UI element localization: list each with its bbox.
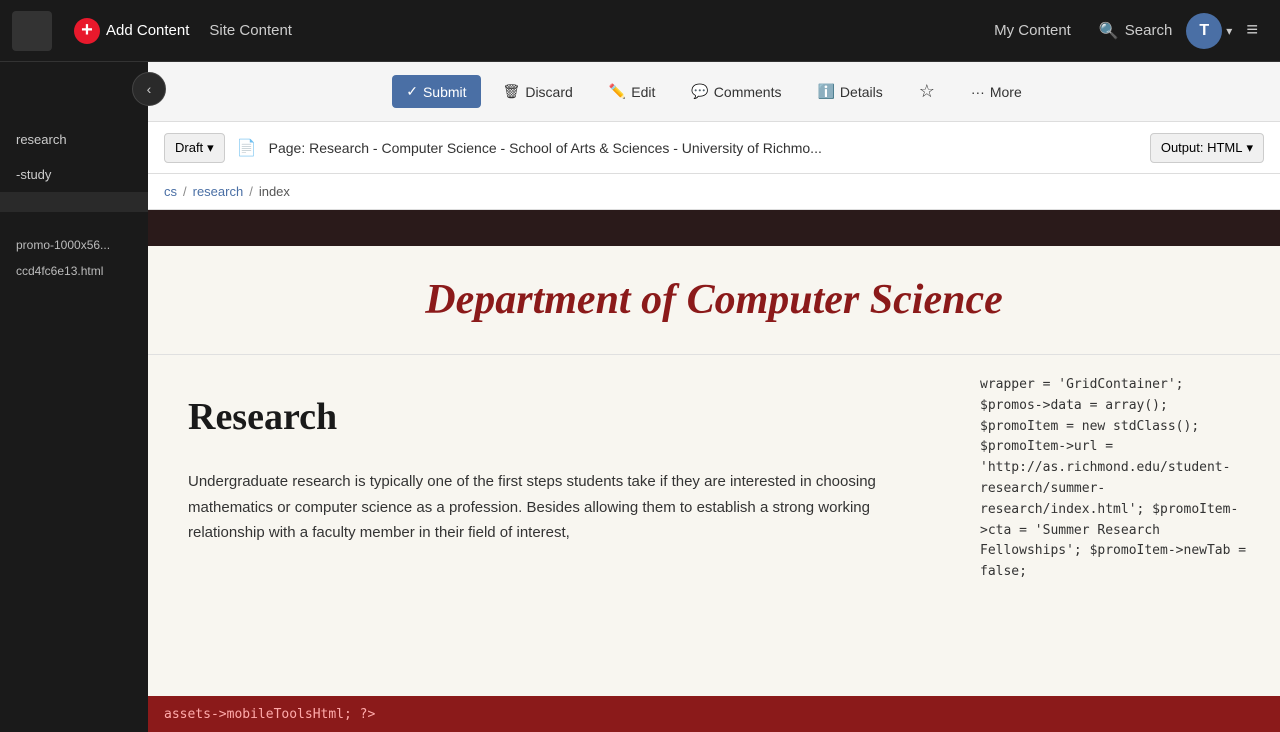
details-button[interactable]: ℹ️ Details <box>803 75 896 108</box>
preview-body: Department of Computer Science Research … <box>148 246 1280 732</box>
content-area: ✓ Submit 🗑 Discard ✏️ Edit 💬 Comments ℹ️… <box>148 62 1280 732</box>
comment-icon: 💬 <box>691 83 708 100</box>
edit-label: Edit <box>631 84 655 100</box>
sidebar-toggle-button[interactable]: ‹ <box>132 72 166 106</box>
breadcrumb: cs / research / index <box>148 174 1280 210</box>
draft-dropdown-button[interactable]: Draft ▾ <box>164 133 225 163</box>
research-text: Undergraduate research is typically one … <box>188 469 920 546</box>
star-button[interactable]: ☆ <box>905 73 949 110</box>
preview-header-bar <box>148 210 1280 246</box>
sidebar-file-promo[interactable]: promo-1000x56... <box>0 232 148 258</box>
sidebar-file-promo-label: promo-1000x56... <box>16 238 110 252</box>
more-dots-icon: ··· <box>971 84 985 100</box>
sidebar-file-html-label: ccd4fc6e13.html <box>16 264 103 278</box>
preview-text-section: Research Undergraduate research is typic… <box>148 355 960 696</box>
avatar-chevron-icon[interactable]: ▾ <box>1222 24 1236 38</box>
preview-title-section: Department of Computer Science <box>148 246 1280 355</box>
more-label: More <box>990 84 1022 100</box>
discard-label: Discard <box>525 84 572 100</box>
trash-icon: 🗑 <box>503 83 521 100</box>
page-icon: 📄 <box>237 138 257 158</box>
draft-chevron-icon: ▾ <box>207 140 214 156</box>
search-icon: 🔍 <box>1099 21 1119 41</box>
page-preview: Department of Computer Science Research … <box>148 210 1280 732</box>
output-label: Output: HTML <box>1161 140 1243 155</box>
my-content-label: My Content <box>994 22 1071 39</box>
add-content-label: Add Content <box>106 22 189 39</box>
site-content-label: Site Content <box>209 22 292 39</box>
comments-button[interactable]: 💬 Comments <box>677 75 795 108</box>
info-icon: ℹ️ <box>817 83 834 100</box>
breadcrumb-sep-1: / <box>183 184 187 199</box>
check-icon: ✓ <box>406 83 418 100</box>
sidebar: ‹ research -study promo-1000x56... ccd4f… <box>0 62 148 732</box>
output-chevron-icon: ▾ <box>1246 140 1253 156</box>
avatar-letter: T <box>1199 22 1209 40</box>
breadcrumb-sep-2: / <box>249 184 253 199</box>
site-content-button[interactable]: Site Content <box>199 14 302 47</box>
comments-label: Comments <box>714 84 782 100</box>
details-label: Details <box>840 84 883 100</box>
sidebar-item-research[interactable]: research <box>0 122 148 157</box>
submit-button[interactable]: ✓ Submit <box>392 75 480 108</box>
preview-content-area: Research Undergraduate research is typic… <box>148 355 1280 696</box>
code-block: wrapper = 'GridContainer'; $promos->data… <box>980 375 1260 583</box>
submit-label: Submit <box>423 84 467 100</box>
pencil-icon: ✏️ <box>609 83 626 100</box>
main-layout: ‹ research -study promo-1000x56... ccd4f… <box>0 62 1280 732</box>
my-content-button[interactable]: My Content <box>980 14 1085 47</box>
search-label: Search <box>1125 22 1173 39</box>
hamburger-icon[interactable]: ≡ <box>1236 11 1268 50</box>
action-bar: ✓ Submit 🗑 Discard ✏️ Edit 💬 Comments ℹ️… <box>148 62 1280 122</box>
more-button[interactable]: ··· More <box>957 76 1036 108</box>
plus-icon: + <box>74 18 100 44</box>
sidebar-research-label: research <box>16 132 67 147</box>
breadcrumb-cs[interactable]: cs <box>164 184 177 199</box>
breadcrumb-research[interactable]: research <box>193 184 244 199</box>
sidebar-file-html[interactable]: ccd4fc6e13.html <box>0 258 148 284</box>
footer-code: assets->mobileToolsHtml; ?> <box>164 707 375 722</box>
sidebar-study-label: -study <box>16 167 51 182</box>
dept-title: Department of Computer Science <box>168 276 1260 324</box>
breadcrumb-index: index <box>259 184 290 199</box>
search-button[interactable]: 🔍 Search <box>1085 13 1186 49</box>
research-heading: Research <box>188 395 920 439</box>
star-icon: ☆ <box>919 81 935 102</box>
preview-footer-bar: assets->mobileToolsHtml; ?> <box>148 696 1280 732</box>
logo-box <box>12 11 52 51</box>
draft-label: Draft <box>175 140 203 155</box>
add-content-button[interactable]: + Add Content <box>64 10 199 52</box>
avatar[interactable]: T <box>1186 13 1222 49</box>
sidebar-item-study[interactable]: -study <box>0 157 148 192</box>
top-nav: + Add Content Site Content My Content 🔍 … <box>0 0 1280 62</box>
sidebar-item-active[interactable] <box>0 192 148 212</box>
page-title-bar: Draft ▾ 📄 Page: Research - Computer Scie… <box>148 122 1280 174</box>
edit-button[interactable]: ✏️ Edit <box>595 75 670 108</box>
preview-code-section: wrapper = 'GridContainer'; $promos->data… <box>960 355 1280 696</box>
output-dropdown[interactable]: Output: HTML ▾ <box>1150 133 1264 163</box>
discard-button[interactable]: 🗑 Discard <box>489 75 587 108</box>
page-title: Page: Research - Computer Science - Scho… <box>269 140 1138 156</box>
